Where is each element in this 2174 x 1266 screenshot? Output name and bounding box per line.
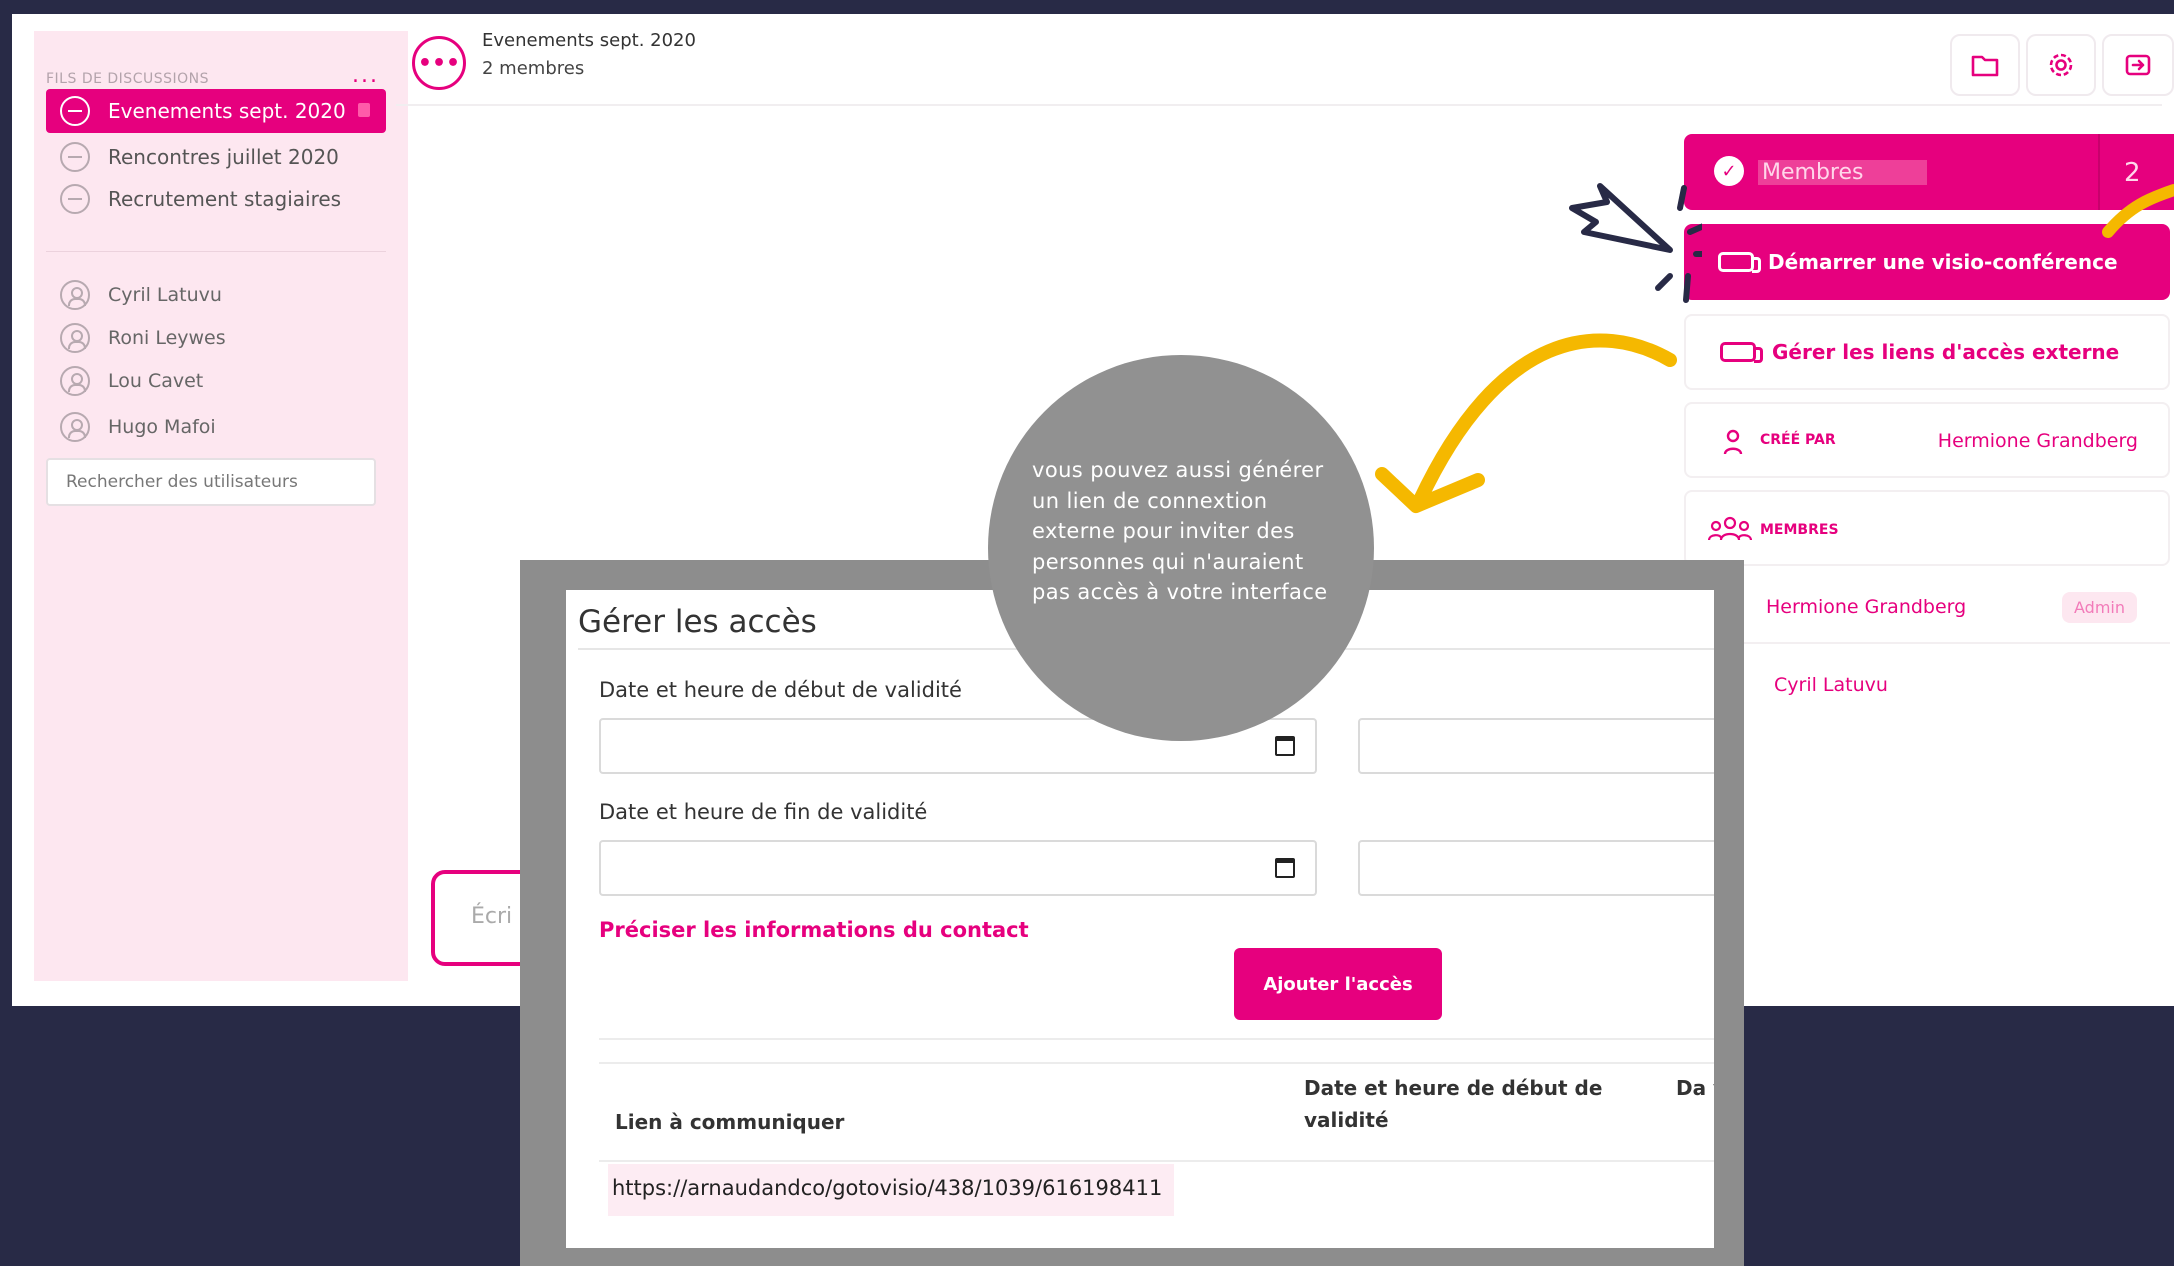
modal-divider bbox=[599, 1038, 1714, 1040]
thread-item-recrutement[interactable]: Recrutement stagiaires bbox=[46, 177, 386, 221]
folder-icon bbox=[1971, 55, 1999, 77]
sidebar-divider bbox=[46, 251, 386, 252]
column-header-end: Da val bbox=[1676, 1076, 1714, 1100]
created-by-label: CRÉÉ PAR bbox=[1760, 432, 1836, 448]
user-icon bbox=[60, 412, 90, 442]
start-date-label: Date et heure de début de validité bbox=[599, 678, 962, 702]
user-icon bbox=[60, 280, 90, 310]
exit-icon bbox=[2125, 54, 2151, 76]
header-divider bbox=[396, 104, 2162, 106]
annotation-arrow-icon bbox=[1375, 333, 1677, 513]
contact-info-link[interactable]: Préciser les informations du contact bbox=[599, 918, 1029, 942]
user-label: Roni Leywes bbox=[108, 327, 226, 349]
access-link-cell[interactable]: https://arnaudandco/gotovisio/438/1039/6… bbox=[608, 1164, 1174, 1216]
sidebar-title: FILS DE DISCUSSIONS bbox=[46, 71, 209, 87]
annotation-text: vous pouvez aussi générer un lien de con… bbox=[1032, 458, 1328, 604]
user-item-lou[interactable]: Lou Cavet bbox=[46, 361, 386, 401]
start-video-conference-button[interactable]: Démarrer une visio-conférence bbox=[1684, 224, 2170, 300]
user-icon bbox=[60, 323, 90, 353]
exit-button[interactable] bbox=[2102, 34, 2174, 96]
folder-button[interactable] bbox=[1950, 34, 2020, 96]
members-section-header: MEMBRES bbox=[1684, 490, 2170, 566]
modal-divider bbox=[599, 1062, 1714, 1064]
thread-header-icon[interactable]: ••• bbox=[412, 36, 466, 90]
calendar-icon[interactable] bbox=[1275, 858, 1295, 878]
annotation-bubble: vous pouvez aussi générer un lien de con… bbox=[988, 355, 1374, 741]
member-name: Cyril Latuvu bbox=[1774, 674, 1888, 696]
members-section-label: MEMBRES bbox=[1760, 522, 1839, 538]
thread-title: Evenements sept. 2020 bbox=[482, 30, 696, 51]
lock-icon bbox=[358, 103, 370, 117]
user-item-roni[interactable]: Roni Leywes bbox=[46, 318, 386, 358]
thread-item-evenements[interactable]: Evenements sept. 2020 bbox=[46, 89, 386, 133]
user-search-input[interactable] bbox=[46, 458, 376, 506]
sidebar-more-button[interactable]: ... bbox=[352, 63, 379, 88]
member-name: Hermione Grandberg bbox=[1766, 596, 1967, 618]
user-item-cyril[interactable]: Cyril Latuvu bbox=[46, 275, 386, 315]
thread-icon bbox=[60, 96, 90, 126]
video-camera-icon bbox=[1720, 342, 1763, 363]
external-links-label: Gérer les liens d'accès externe bbox=[1772, 340, 2120, 364]
table-divider bbox=[599, 1160, 1714, 1162]
admin-badge: Admin bbox=[2062, 592, 2137, 623]
user-label: Cyril Latuvu bbox=[108, 284, 222, 306]
start-time-input[interactable] bbox=[1358, 718, 1714, 774]
created-by-name: Hermione Grandberg bbox=[1937, 430, 2138, 452]
thread-icon bbox=[60, 184, 90, 214]
gear-icon bbox=[2049, 53, 2073, 77]
check-icon: ✓ bbox=[1714, 156, 1744, 186]
sidebar: FILS DE DISCUSSIONS ... Evenements sept.… bbox=[34, 31, 408, 981]
end-time-input[interactable] bbox=[1358, 840, 1714, 896]
user-icon bbox=[60, 366, 90, 396]
end-date-input[interactable] bbox=[599, 840, 1317, 896]
manage-external-links-button[interactable]: Gérer les liens d'accès externe bbox=[1684, 314, 2170, 390]
user-label: Hugo Mafoi bbox=[108, 416, 216, 438]
end-date-label: Date et heure de fin de validité bbox=[599, 800, 928, 824]
user-label: Lou Cavet bbox=[108, 370, 204, 392]
person-icon bbox=[1723, 429, 1743, 455]
modal-title: Gérer les accès bbox=[578, 604, 817, 640]
video-conference-label: Démarrer une visio-conférence bbox=[1768, 250, 2118, 274]
members-label: Membres bbox=[1758, 160, 1928, 185]
thread-member-count: 2 membres bbox=[482, 58, 585, 79]
thread-label: Rencontres juillet 2020 bbox=[108, 145, 339, 169]
user-item-hugo[interactable]: Hugo Mafoi bbox=[46, 407, 386, 447]
add-access-button[interactable]: Ajouter l'accès bbox=[1234, 948, 1442, 1020]
member-row[interactable]: Hermione Grandberg Admin bbox=[1684, 572, 2170, 644]
composer-placeholder: Écri bbox=[471, 904, 513, 929]
group-icon bbox=[1708, 516, 1752, 541]
settings-button[interactable] bbox=[2026, 34, 2096, 96]
member-row[interactable]: Cyril Latuvu bbox=[1684, 650, 2170, 722]
annotation-arrow-tail-icon bbox=[2102, 184, 2174, 238]
thread-label: Evenements sept. 2020 bbox=[108, 99, 346, 123]
thread-item-rencontres[interactable]: Rencontres juillet 2020 bbox=[46, 135, 386, 179]
thread-label: Recrutement stagiaires bbox=[108, 187, 342, 211]
thread-icon bbox=[60, 142, 90, 172]
video-camera-icon bbox=[1718, 252, 1761, 273]
column-header-start: Date et heure de début de validité bbox=[1304, 1076, 1603, 1132]
column-header-link: Lien à communiquer bbox=[615, 1110, 845, 1134]
created-by-card: CRÉÉ PAR Hermione Grandberg bbox=[1684, 402, 2170, 478]
calendar-icon[interactable] bbox=[1275, 736, 1295, 756]
